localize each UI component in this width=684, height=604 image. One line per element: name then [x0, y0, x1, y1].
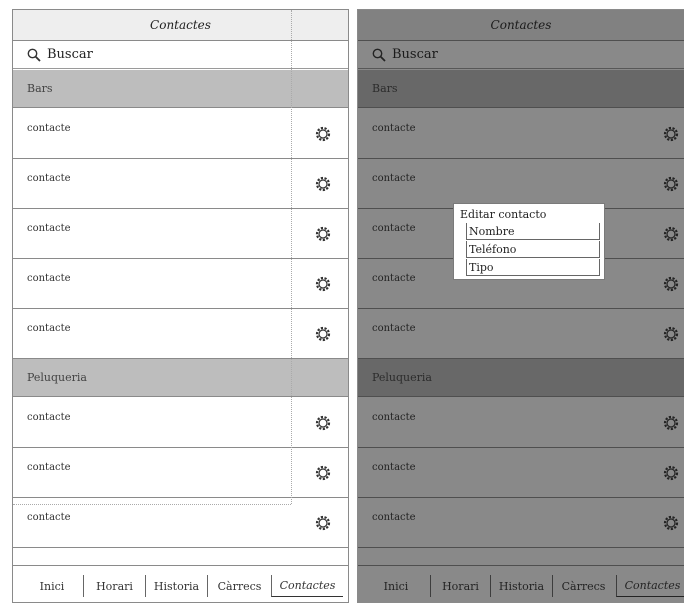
gear-icon[interactable]: [314, 464, 332, 482]
contact-row[interactable]: contacte: [13, 109, 348, 159]
contact-row[interactable]: contacte: [358, 159, 684, 209]
contacts-screen: Contactes Buscar Bars contacte contacte …: [12, 9, 349, 603]
name-field[interactable]: [466, 223, 600, 240]
gear-icon[interactable]: [314, 225, 332, 243]
contact-row[interactable]: contacte: [13, 209, 348, 259]
contact-name: contacte: [372, 323, 416, 334]
contact-name: contacte: [372, 123, 416, 134]
gear-icon[interactable]: [662, 275, 680, 293]
tab-bar: Inici Horari Historia Càrrecs Contactes: [13, 565, 348, 602]
section-header-bars: Bars: [358, 70, 684, 108]
contact-name: contacte: [27, 223, 71, 234]
gear-icon[interactable]: [662, 414, 680, 432]
tab-historia[interactable]: Historia: [490, 575, 552, 597]
edit-contact-dialog: Editar contacto: [453, 203, 605, 280]
contact-row[interactable]: contacte: [13, 309, 348, 359]
section-header-peluqueria: Peluqueria: [13, 359, 348, 397]
contact-name: contacte: [27, 323, 71, 334]
contact-name: contacte: [27, 173, 71, 184]
gear-icon[interactable]: [314, 275, 332, 293]
gear-icon[interactable]: [314, 125, 332, 143]
tab-bar: Inici Horari Historia Càrrecs Contactes: [358, 565, 684, 602]
search-label: Buscar: [47, 47, 93, 62]
gear-icon[interactable]: [662, 225, 680, 243]
gear-icon[interactable]: [662, 514, 680, 532]
contact-row[interactable]: contacte: [358, 448, 684, 498]
screen-title: Contactes: [13, 10, 348, 41]
tab-carrecs[interactable]: Càrrecs: [552, 575, 614, 597]
screen-title: Contactes: [358, 10, 684, 41]
contact-name: contacte: [27, 462, 71, 473]
contact-row[interactable]: contacte: [358, 498, 684, 548]
gear-icon[interactable]: [314, 414, 332, 432]
gear-icon[interactable]: [314, 325, 332, 343]
contact-row[interactable]: contacte: [358, 109, 684, 159]
contact-row[interactable]: contacte: [358, 309, 684, 359]
tab-historia[interactable]: Historia: [145, 575, 207, 597]
tab-inici[interactable]: Inici: [21, 575, 83, 597]
tab-contactes[interactable]: Contactes: [271, 575, 343, 597]
phone-field[interactable]: [466, 241, 600, 258]
contact-name: contacte: [27, 512, 71, 523]
contact-row[interactable]: contacte: [13, 448, 348, 498]
search-icon: [27, 48, 41, 62]
search-icon: [372, 48, 386, 62]
gear-icon[interactable]: [662, 125, 680, 143]
contact-name: contacte: [372, 462, 416, 473]
contact-name: contacte: [372, 273, 416, 284]
tab-horari[interactable]: Horari: [83, 575, 145, 597]
contact-row[interactable]: contacte: [358, 398, 684, 448]
gear-icon[interactable]: [314, 175, 332, 193]
contact-row[interactable]: contacte: [13, 398, 348, 448]
section-header-bars: Bars: [13, 70, 348, 108]
dialog-title: Editar contacto: [460, 208, 547, 221]
contact-name: contacte: [372, 223, 416, 234]
contacts-screen-edit: Contactes Buscar Bars contacte contacte …: [357, 9, 684, 603]
contact-name: contacte: [372, 412, 416, 423]
gear-icon[interactable]: [662, 464, 680, 482]
tab-inici[interactable]: Inici: [366, 575, 426, 597]
tab-horari[interactable]: Horari: [430, 575, 490, 597]
contact-row[interactable]: contacte: [13, 498, 348, 548]
search-bar[interactable]: Buscar: [13, 41, 348, 69]
contact-name: contacte: [372, 173, 416, 184]
contact-row[interactable]: contacte: [13, 159, 348, 209]
tab-contactes[interactable]: Contactes: [616, 575, 684, 597]
type-field[interactable]: [466, 259, 600, 276]
search-bar[interactable]: Buscar: [358, 41, 684, 69]
contact-name: contacte: [27, 123, 71, 134]
section-header-peluqueria: Peluqueria: [358, 359, 684, 397]
gear-icon[interactable]: [662, 175, 680, 193]
search-label: Buscar: [392, 47, 438, 62]
contact-name: contacte: [372, 512, 416, 523]
dotted-guide-horizontal: [13, 504, 291, 505]
gear-icon[interactable]: [314, 514, 332, 532]
gear-icon[interactable]: [662, 325, 680, 343]
dotted-guide-vertical: [291, 10, 292, 504]
contact-name: contacte: [27, 273, 71, 284]
contact-row[interactable]: contacte: [13, 259, 348, 309]
tab-carrecs[interactable]: Càrrecs: [207, 575, 271, 597]
contact-name: contacte: [27, 412, 71, 423]
